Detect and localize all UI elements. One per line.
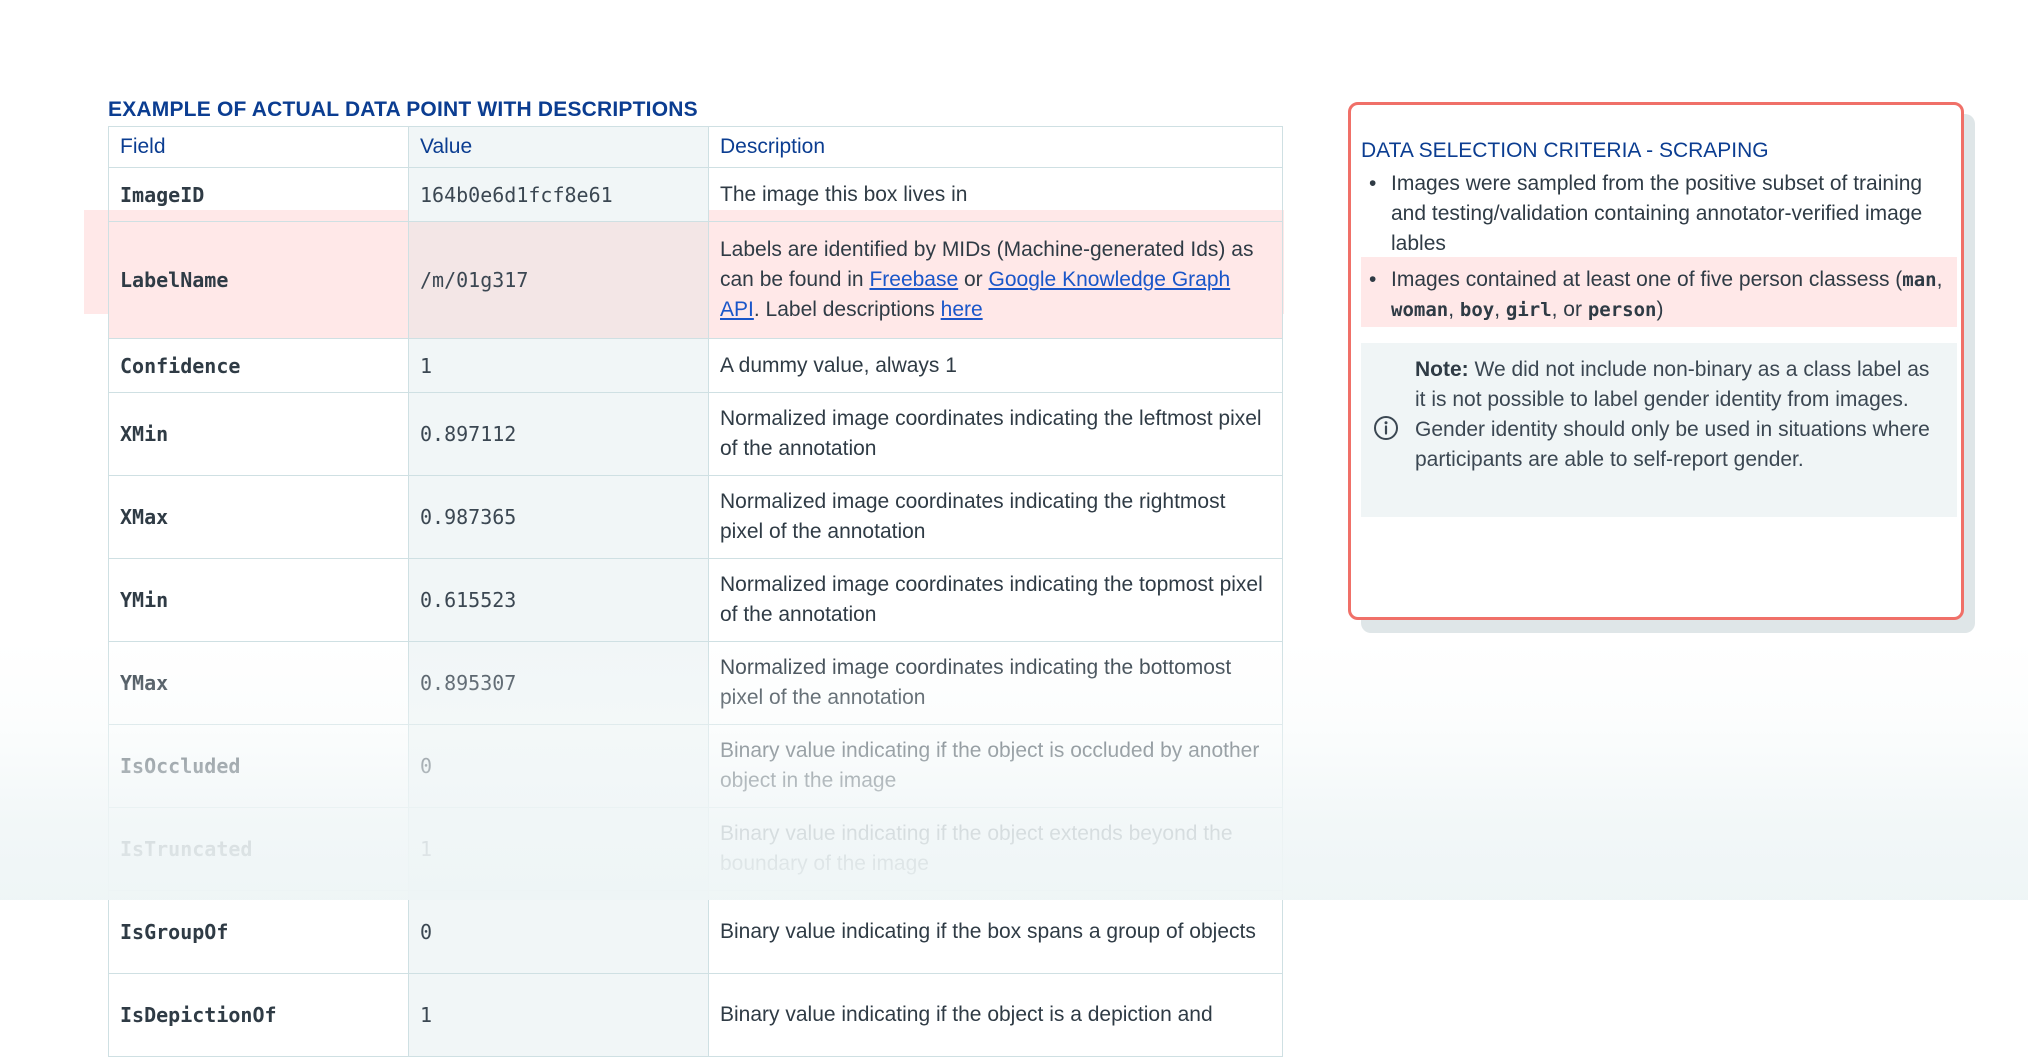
list-item: Images were sampled from the positive su… xyxy=(1369,169,1961,259)
separator: , xyxy=(1936,268,1943,291)
field-cell: ImageID xyxy=(108,167,409,222)
field-cell: IsGroupOf xyxy=(108,890,409,974)
criteria-list: Images were sampled from the positive su… xyxy=(1361,169,1961,325)
table-row: IsTruncated 1 Binary value indicating if… xyxy=(108,807,1283,891)
table-row: YMax 0.895307 Normalized image coordinat… xyxy=(108,641,1283,725)
field-cell: YMax xyxy=(108,641,409,725)
separator: ) xyxy=(1656,298,1664,321)
section-title: EXAMPLE OF ACTUAL DATA POINT WITH DESCRI… xyxy=(108,98,698,121)
desc-text: or xyxy=(958,268,989,291)
table-row: XMax 0.987365 Normalized image coordinat… xyxy=(108,475,1283,559)
description-cell: Labels are identified by MIDs (Machine-g… xyxy=(708,221,1283,339)
separator: , or xyxy=(1551,298,1588,321)
field-cell: IsTruncated xyxy=(108,807,409,891)
criteria-card: DATA SELECTION CRITERIA - SCRAPING Image… xyxy=(1348,102,1964,620)
field-cell: IsOccluded xyxy=(108,724,409,808)
table-row: XMin 0.897112 Normalized image coordinat… xyxy=(108,392,1283,476)
field-cell: LabelName xyxy=(108,221,409,339)
description-cell: Binary value indicating if the object is… xyxy=(708,973,1283,1057)
table-row: IsDepictionOf 1 Binary value indicating … xyxy=(108,973,1283,1057)
table-header-row: Field Value Description xyxy=(108,126,1283,168)
label-descriptions-link[interactable]: here xyxy=(941,298,983,321)
value-cell: 0.987365 xyxy=(408,475,709,559)
value-cell: 0.897112 xyxy=(408,392,709,476)
criteria-text: Images contained at least one of five pe… xyxy=(1391,268,1903,291)
list-item: Images contained at least one of five pe… xyxy=(1369,265,1961,325)
value-cell: 0 xyxy=(408,724,709,808)
class-person: person xyxy=(1587,299,1657,321)
note-body: We did not include non-binary as a class… xyxy=(1415,358,1930,471)
table-row: YMin 0.615523 Normalized image coordinat… xyxy=(108,558,1283,642)
value-cell: /m/01g317 xyxy=(408,221,709,339)
header-description: Description xyxy=(708,126,1283,168)
value-cell: 1 xyxy=(408,973,709,1057)
freebase-link[interactable]: Freebase xyxy=(869,268,958,291)
value-cell: 164b0e6d1fcf8e61 xyxy=(408,167,709,222)
note-text: Note: We did not include non-binary as a… xyxy=(1415,355,1939,475)
description-cell: Normalized image coordinates indicating … xyxy=(708,392,1283,476)
description-cell: A dummy value, always 1 xyxy=(708,338,1283,393)
data-point-section: EXAMPLE OF ACTUAL DATA POINT WITH DESCRI… xyxy=(108,96,1283,1057)
field-cell: YMin xyxy=(108,558,409,642)
header-value: Value xyxy=(408,126,709,168)
data-point-table: Field Value Description ImageID 164b0e6d… xyxy=(108,126,1283,1057)
note-box: Note: We did not include non-binary as a… xyxy=(1361,343,1957,517)
table-row-highlighted: LabelName /m/01g317 Labels are identifie… xyxy=(108,221,1283,339)
description-cell: Normalized image coordinates indicating … xyxy=(708,475,1283,559)
class-man: man xyxy=(1902,269,1937,291)
field-cell: XMin xyxy=(108,392,409,476)
class-boy: boy xyxy=(1459,299,1495,321)
table-row: IsOccluded 0 Binary value indicating if … xyxy=(108,724,1283,808)
table-row: ImageID 164b0e6d1fcf8e61 The image this … xyxy=(108,167,1283,222)
table-row: Confidence 1 A dummy value, always 1 xyxy=(108,338,1283,393)
description-cell: Binary value indicating if the object is… xyxy=(708,724,1283,808)
field-cell: IsDepictionOf xyxy=(108,973,409,1057)
description-cell: Normalized image coordinates indicating … xyxy=(708,641,1283,725)
separator: , xyxy=(1494,298,1506,321)
class-girl: girl xyxy=(1505,299,1552,321)
note-label: Note: xyxy=(1415,358,1469,381)
table-row: IsGroupOf 0 Binary value indicating if t… xyxy=(108,890,1283,974)
description-cell: Normalized image coordinates indicating … xyxy=(708,558,1283,642)
desc-text: . Label descriptions xyxy=(753,298,941,321)
value-cell: 0.895307 xyxy=(408,641,709,725)
field-cell: Confidence xyxy=(108,338,409,393)
description-cell: The image this box lives in xyxy=(708,167,1283,222)
criteria-title: DATA SELECTION CRITERIA - SCRAPING xyxy=(1361,139,1769,162)
class-woman: woman xyxy=(1391,299,1449,321)
separator: , xyxy=(1448,298,1460,321)
description-cell: Binary value indicating if the object ex… xyxy=(708,807,1283,891)
header-field: Field xyxy=(108,126,409,168)
field-cell: XMax xyxy=(108,475,409,559)
value-cell: 1 xyxy=(408,807,709,891)
value-cell: 0.615523 xyxy=(408,558,709,642)
info-icon xyxy=(1374,416,1398,440)
description-cell: Binary value indicating if the box spans… xyxy=(708,890,1283,974)
value-cell: 1 xyxy=(408,338,709,393)
value-cell: 0 xyxy=(408,890,709,974)
